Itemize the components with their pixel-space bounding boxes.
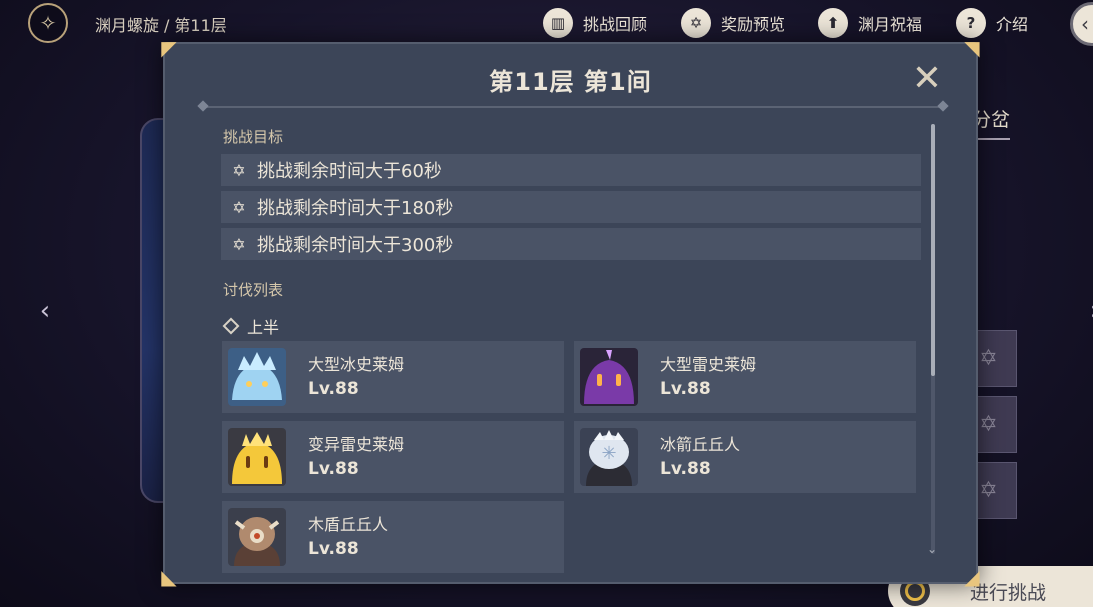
title-divider — [203, 106, 943, 108]
intro-label: 介绍 — [996, 15, 1029, 34]
dialog-title: 第11层 第1间 — [489, 68, 652, 96]
breadcrumb-parent[interactable]: 渊月螺旋 — [95, 16, 159, 35]
enemy-card[interactable]: 变异雷史莱姆 Lv.88 — [222, 421, 564, 493]
close-icon: ✕ — [911, 58, 943, 99]
next-chamber-arrow-icon[interactable]: › — [1080, 296, 1093, 326]
diamond-icon — [222, 317, 240, 335]
scroll-down-icon[interactable]: ⌄ — [927, 542, 937, 556]
enemies-heading: 讨伐列表 — [223, 281, 284, 299]
star-badge-icon: ✡ — [681, 8, 711, 38]
enemy-level: Lv.88 — [308, 379, 359, 399]
question-icon: ? — [956, 8, 986, 38]
breadcrumb-separator: / — [164, 16, 170, 35]
enemy-name: 大型冰史莱姆 — [308, 355, 405, 374]
goal-row: ✡ 挑战剩余时间大于300秒 — [221, 228, 921, 260]
half-label-text: 上半 — [247, 318, 280, 337]
goal-row: ✡ 挑战剩余时间大于60秒 — [221, 154, 921, 186]
reward-preview-label: 奖励预览 — [721, 15, 786, 34]
back-arrow-icon: ‹ — [1081, 12, 1089, 36]
enemy-level: Lv.88 — [660, 379, 711, 399]
star-icon: ✡ — [979, 478, 998, 503]
enemy-card[interactable]: ✳ 冰箭丘丘人 Lv.88 — [574, 421, 916, 493]
enemy-name: 冰箭丘丘人 — [660, 435, 741, 454]
goal-text: 挑战剩余时间大于300秒 — [257, 235, 454, 256]
corner-ornament-icon: ◢ — [964, 565, 980, 589]
star-icon: ✡ — [232, 160, 246, 180]
ice-slime-portrait — [228, 348, 286, 406]
mutant-electro-slime-portrait — [228, 428, 286, 486]
enemy-level: Lv.88 — [308, 459, 359, 479]
enemy-level: Lv.88 — [660, 459, 711, 479]
enemy-card[interactable]: 大型冰史莱姆 Lv.88 — [222, 341, 564, 413]
abyss-emblem-icon: ✧ — [28, 3, 68, 43]
corner-ornament-icon: ◣ — [161, 565, 177, 589]
corner-ornament-icon: ◥ — [964, 36, 980, 60]
book-icon: ▥ — [543, 8, 573, 38]
intro-button[interactable]: ? 介绍 — [956, 8, 1028, 38]
abyss-blessing-button[interactable]: ⬆ 渊月祝福 — [818, 8, 922, 38]
svg-text:✳: ✳ — [601, 443, 616, 464]
enemy-level: Lv.88 — [308, 539, 359, 559]
wooden-shield-hilichurl-portrait — [228, 508, 286, 566]
enemy-card[interactable]: 木盾丘丘人 Lv.88 — [222, 501, 564, 573]
corner-ornament-icon: ◤ — [161, 36, 177, 60]
star-icon: ✡ — [979, 412, 998, 437]
goal-text: 挑战剩余时间大于60秒 — [257, 161, 442, 182]
star-icon: ✡ — [232, 197, 246, 217]
challenge-review-label: 挑战回顾 — [583, 15, 648, 34]
enemy-name: 木盾丘丘人 — [308, 515, 389, 534]
enemy-name: 大型雷史莱姆 — [660, 355, 757, 374]
cryo-hilichurl-shooter-portrait: ✳ — [580, 428, 638, 486]
close-button[interactable]: ✕ — [910, 61, 944, 97]
star-icon: ✡ — [232, 234, 246, 254]
reward-preview-button[interactable]: ✡ 奖励预览 — [681, 8, 785, 38]
goal-text: 挑战剩余时间大于180秒 — [257, 198, 454, 219]
challenge-review-button[interactable]: ▥ 挑战回顾 — [543, 8, 647, 38]
chamber-detail-dialog: 第11层 第1间 ✕ ⌄ 挑战目标 ✡ 挑战剩余时间大于60秒 ✡ 挑战剩余时间… — [163, 42, 978, 584]
prev-chamber-arrow-icon[interactable]: ‹ — [30, 296, 60, 326]
scrollbar-thumb[interactable] — [931, 124, 935, 376]
abyss-blessing-label: 渊月祝福 — [858, 15, 923, 34]
enemy-card[interactable]: 大型雷史莱姆 Lv.88 — [574, 341, 916, 413]
star-icon: ✡ — [979, 346, 998, 371]
enemy-name: 变异雷史莱姆 — [308, 435, 405, 454]
breadcrumb-current: 第11层 — [174, 16, 227, 35]
breadcrumb: 渊月螺旋 / 第11层 — [95, 12, 227, 36]
electro-slime-portrait — [580, 348, 638, 406]
goal-row: ✡ 挑战剩余时间大于180秒 — [221, 191, 921, 223]
back-button[interactable]: ‹ — [1070, 2, 1093, 46]
arrow-up-icon: ⬆ — [818, 8, 848, 38]
first-half-label: 上半 — [222, 314, 280, 338]
scrollbar[interactable] — [931, 124, 935, 554]
goals-heading: 挑战目标 — [223, 128, 284, 146]
